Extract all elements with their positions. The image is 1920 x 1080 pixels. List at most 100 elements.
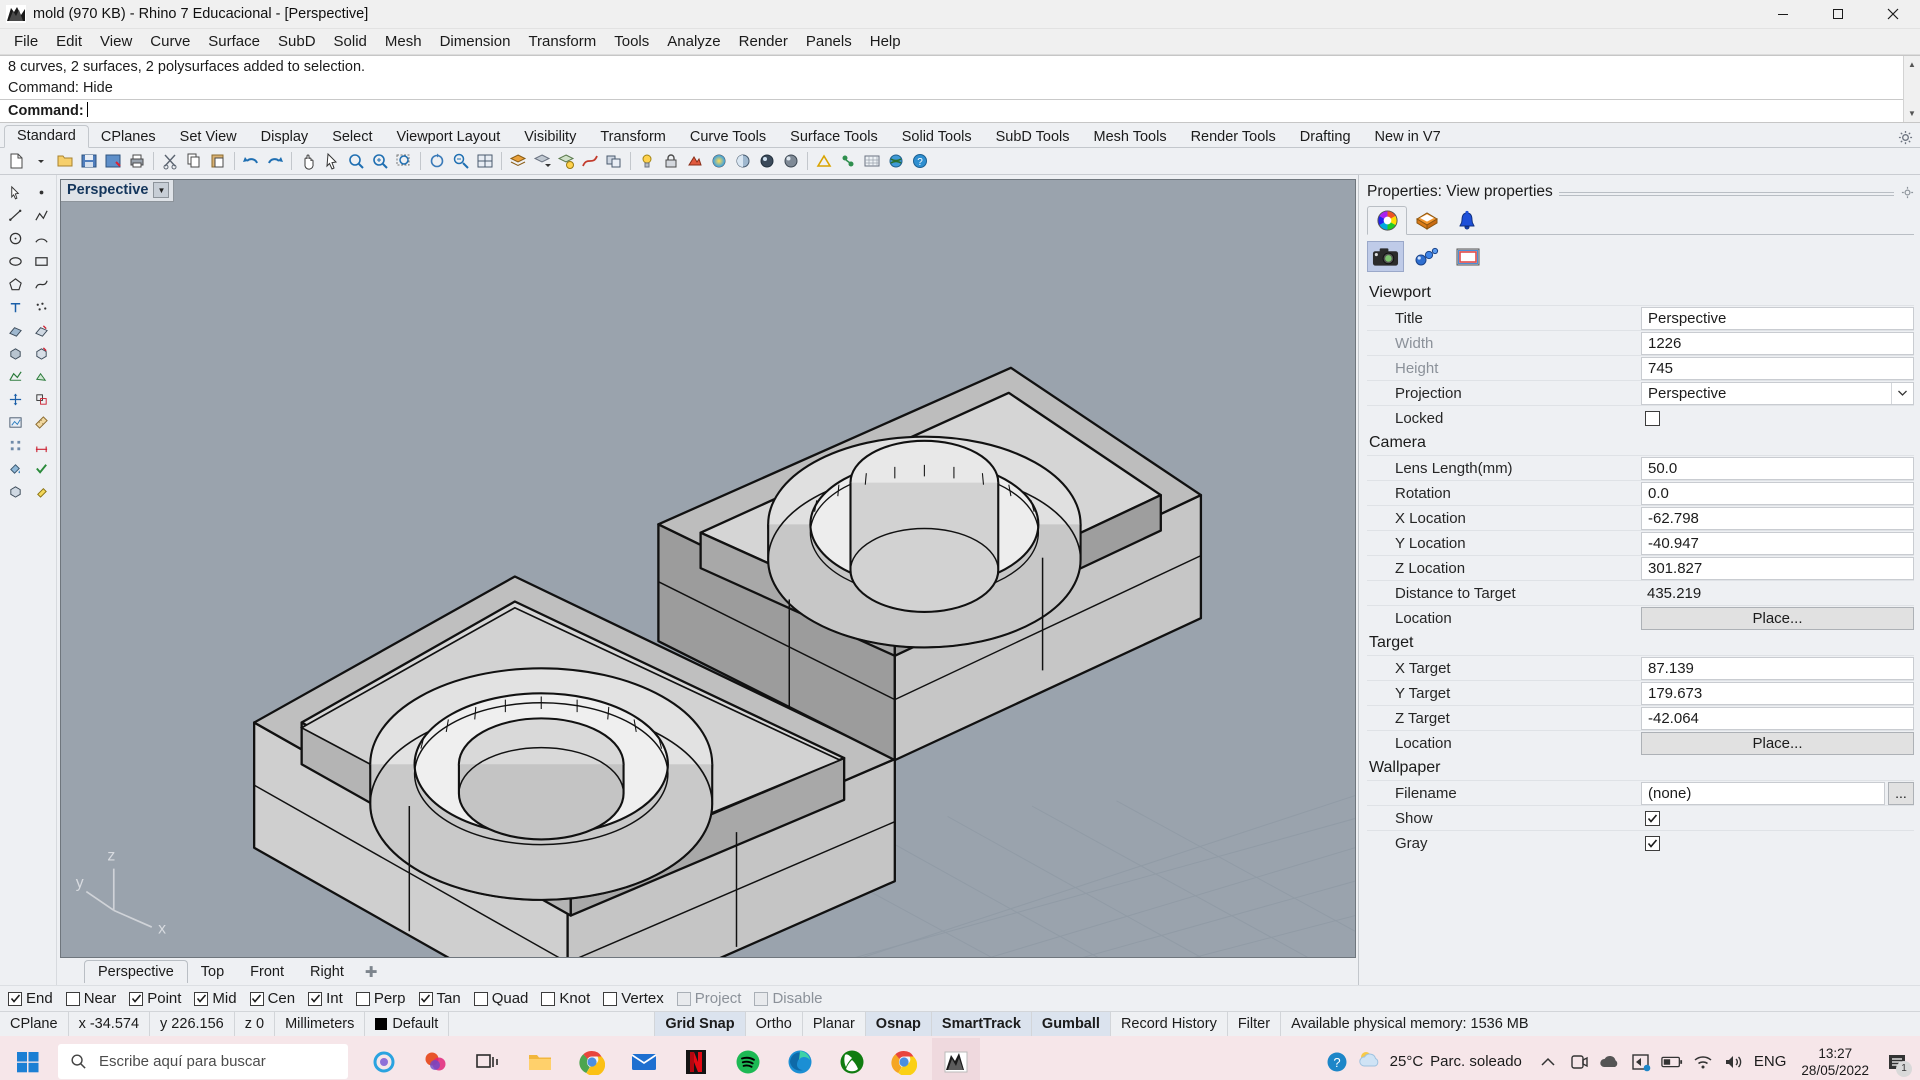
xbox-icon[interactable]: [828, 1038, 876, 1080]
solid-box-icon[interactable]: [3, 342, 27, 364]
solid-edit-icon[interactable]: [29, 342, 53, 364]
new-file-dropdown-icon[interactable]: [30, 150, 52, 172]
toolbar-tab-drafting[interactable]: Drafting: [1288, 127, 1363, 148]
language-indicator[interactable]: ENG: [1754, 1051, 1787, 1073]
grid-snap-icon[interactable]: [3, 434, 27, 456]
property-row-z-location[interactable]: Z Location 301.827: [1367, 555, 1914, 580]
status-toggle-ortho[interactable]: Ortho: [746, 1012, 803, 1036]
command-input-row[interactable]: Command:: [0, 99, 1920, 122]
property-row-gray[interactable]: Gray: [1367, 830, 1914, 855]
zoom-window-icon[interactable]: [345, 150, 367, 172]
add-viewport-tab-icon[interactable]: ✚: [357, 960, 386, 984]
color-wheel-icon[interactable]: [1367, 206, 1407, 235]
taskbar-clock[interactable]: 13:27 28/05/2022: [1801, 1045, 1869, 1079]
toolbar-tab-viewport-layout[interactable]: Viewport Layout: [385, 127, 513, 148]
zoom-dynamic-icon[interactable]: [450, 150, 472, 172]
zoom-extents-icon[interactable]: [369, 150, 391, 172]
scale-icon[interactable]: [29, 388, 53, 410]
wallpaper-browse-button[interactable]: ...: [1888, 781, 1914, 805]
arc-icon[interactable]: [29, 227, 53, 249]
transform-icon[interactable]: [3, 388, 27, 410]
viewport-tab-perspective[interactable]: Perspective: [84, 960, 188, 984]
chevron-down-icon[interactable]: [1891, 382, 1913, 404]
copy-icon[interactable]: [183, 150, 205, 172]
x-target-input[interactable]: 87.139: [1641, 656, 1914, 680]
windows-start-icon[interactable]: [0, 1036, 56, 1080]
rotation-input[interactable]: 0.0: [1641, 481, 1914, 505]
toolbar-tab-curve-tools[interactable]: Curve Tools: [678, 127, 778, 148]
toolbar-tab-surface-tools[interactable]: Surface Tools: [778, 127, 890, 148]
save-as-icon[interactable]: [102, 150, 124, 172]
osnap-quad[interactable]: Quad: [473, 990, 528, 1007]
render-icon[interactable]: [756, 150, 778, 172]
osnap-quad-checkbox[interactable]: [473, 991, 488, 1006]
command-scrollbar[interactable]: ▲ ▼: [1903, 56, 1920, 122]
help-circle-icon[interactable]: ?: [1326, 1051, 1348, 1073]
file-explorer-icon[interactable]: [516, 1038, 564, 1080]
menu-analyze[interactable]: Analyze: [658, 30, 729, 53]
scroll-down-icon[interactable]: ▼: [1904, 105, 1920, 122]
toolbar-options-gear-icon[interactable]: [1898, 130, 1914, 146]
notification-icon[interactable]: 1: [1884, 1047, 1912, 1077]
viewport-tab-top[interactable]: Top: [188, 961, 237, 983]
surface-edit-icon[interactable]: [29, 319, 53, 341]
viewport-width-input[interactable]: 1226: [1641, 331, 1914, 355]
cut-icon[interactable]: [159, 150, 181, 172]
spotify-icon[interactable]: [724, 1038, 772, 1080]
text-object-icon[interactable]: [3, 296, 27, 318]
menu-file[interactable]: File: [5, 30, 47, 53]
menu-edit[interactable]: Edit: [47, 30, 91, 53]
pan-hand-icon[interactable]: [297, 150, 319, 172]
lightbulb-icon[interactable]: [636, 150, 658, 172]
select-object-icon[interactable]: [3, 181, 27, 203]
property-row-lens-length[interactable]: Lens Length(mm) 50.0: [1367, 455, 1914, 480]
wallpaper-filename-input[interactable]: (none): [1641, 781, 1885, 805]
teams-icon[interactable]: [1568, 1051, 1590, 1073]
render-settings-icon[interactable]: [708, 150, 730, 172]
task-view-icon[interactable]: [464, 1038, 512, 1080]
property-row-camera-location[interactable]: Location Place...: [1367, 605, 1914, 630]
close-button[interactable]: [1865, 0, 1920, 29]
osnap-perp[interactable]: Perp: [355, 990, 406, 1007]
highlighter-icon[interactable]: [29, 480, 53, 502]
menu-curve[interactable]: Curve: [141, 30, 199, 53]
toolbar-tab-solid-tools[interactable]: Solid Tools: [890, 127, 984, 148]
frame-icon[interactable]: [1449, 241, 1486, 272]
polygon-icon[interactable]: [3, 273, 27, 295]
osnap-disable[interactable]: Disable: [754, 990, 823, 1007]
menu-help[interactable]: Help: [861, 30, 910, 53]
netflix-icon[interactable]: [672, 1038, 720, 1080]
menu-mesh[interactable]: Mesh: [376, 30, 431, 53]
status-toggle-gumball[interactable]: Gumball: [1031, 1012, 1111, 1036]
minimize-button[interactable]: [1755, 0, 1810, 29]
osnap-knot[interactable]: Knot: [541, 990, 590, 1007]
viewport-height-input[interactable]: 745: [1641, 356, 1914, 380]
osnap-tan-checkbox[interactable]: [418, 991, 433, 1006]
osnap-near[interactable]: Near: [65, 990, 116, 1007]
store-icon[interactable]: [1630, 1051, 1652, 1073]
select-arrow-icon[interactable]: [321, 150, 343, 172]
shade-icon[interactable]: [732, 150, 754, 172]
osnap-icon[interactable]: [813, 150, 835, 172]
osnap-end[interactable]: End: [8, 990, 53, 1007]
mail-icon[interactable]: [620, 1038, 668, 1080]
chain-link-icon[interactable]: [1408, 241, 1445, 272]
wallpaper-show-checkbox[interactable]: [1645, 810, 1660, 826]
toolbar-tab-standard[interactable]: Standard: [4, 125, 89, 148]
projection-select[interactable]: Perspective: [1641, 381, 1914, 405]
osnap-perp-checkbox[interactable]: [355, 991, 370, 1006]
redo-icon[interactable]: [264, 150, 286, 172]
paint-icon[interactable]: [3, 457, 27, 479]
notification-bell-icon[interactable]: [1447, 206, 1487, 235]
property-row-show[interactable]: Show: [1367, 805, 1914, 830]
property-row-target-location[interactable]: Location Place...: [1367, 730, 1914, 755]
menu-view[interactable]: View: [91, 30, 141, 53]
toolbar-tab-select[interactable]: Select: [320, 127, 384, 148]
menu-panels[interactable]: Panels: [797, 30, 861, 53]
property-row-filename[interactable]: Filename (none) ...: [1367, 780, 1914, 805]
earth-icon[interactable]: [885, 150, 907, 172]
save-file-icon[interactable]: [78, 150, 100, 172]
layers-icon[interactable]: [1407, 206, 1447, 235]
osnap-vertex[interactable]: Vertex: [603, 990, 664, 1007]
wallpaper-gray-checkbox[interactable]: [1645, 835, 1660, 851]
